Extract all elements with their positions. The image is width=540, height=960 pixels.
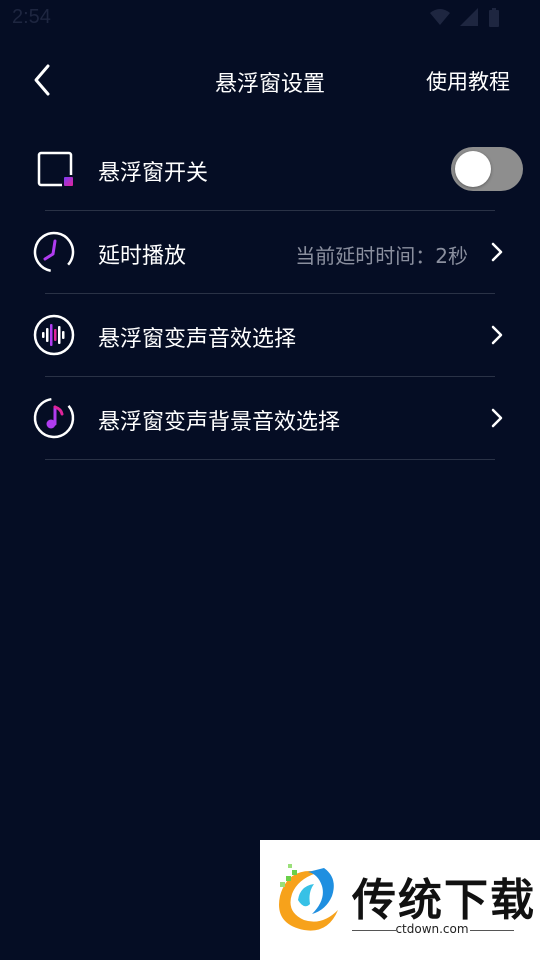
wifi-icon — [430, 8, 450, 28]
floating-window-icon — [32, 147, 76, 191]
settings-row-delay-playback[interactable]: 延时播放 当前延时时间：2秒 — [0, 211, 540, 294]
settings-row-voice-effect[interactable]: 悬浮窗变声音效选择 — [0, 294, 540, 377]
delay-value: 当前延时时间：2秒 — [295, 244, 468, 268]
settings-row-background-effect[interactable]: 悬浮窗变声背景音效选择 — [0, 377, 540, 460]
watermark-logo-icon — [268, 860, 344, 942]
chevron-right-icon — [490, 407, 504, 429]
watermark: 传统下载 ctdown.com — [260, 840, 540, 960]
divider — [45, 459, 495, 460]
watermark-line-right — [470, 930, 514, 931]
clock-icon — [32, 230, 76, 274]
tutorial-link[interactable]: 使用教程 — [426, 66, 510, 96]
header: 悬浮窗设置 使用教程 — [0, 50, 540, 110]
watermark-title: 传统下载 — [352, 875, 536, 926]
settings-list: 悬浮窗开关 延时播放 当前延时时间：2秒 悬浮窗变声音效选择 悬浮窗变声背景音效… — [0, 128, 540, 460]
battery-icon — [488, 8, 500, 28]
waveform-icon — [32, 313, 76, 357]
settings-row-floating-window[interactable]: 悬浮窗开关 — [0, 128, 540, 211]
settings-label: 悬浮窗变声音效选择 — [98, 327, 297, 352]
settings-label: 悬浮窗变声背景音效选择 — [98, 410, 341, 435]
screen: 2:54 悬浮窗设置 使用教程 悬浮窗开关 延时播放 当前延时时间：2秒 悬浮窗… — [0, 0, 540, 960]
settings-label: 悬浮窗开关 — [98, 161, 209, 186]
settings-label: 延时播放 — [98, 244, 187, 269]
signal-icon — [460, 8, 478, 28]
status-time: 2:54 — [12, 6, 51, 28]
status-bar: 2:54 — [0, 0, 540, 36]
toggle-knob — [455, 151, 491, 187]
status-icons — [430, 8, 500, 28]
music-note-icon — [32, 396, 76, 440]
watermark-subtitle: ctdown.com — [395, 922, 469, 936]
chevron-right-icon — [490, 324, 504, 346]
floating-window-toggle[interactable] — [451, 147, 523, 191]
chevron-right-icon — [490, 241, 504, 263]
